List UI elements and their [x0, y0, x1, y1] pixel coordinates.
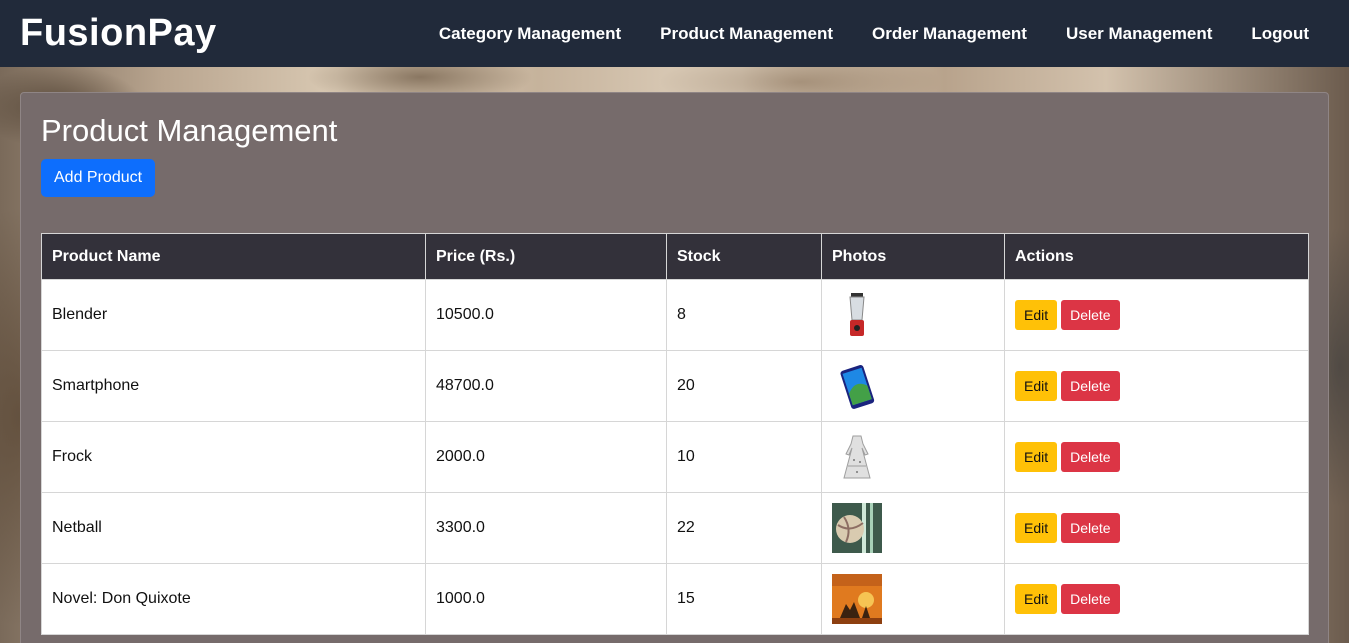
top-navbar: FusionPay Category Management Product Ma… [0, 0, 1349, 67]
product-name-cell: Frock [41, 421, 426, 493]
edit-button[interactable]: Edit [1015, 371, 1058, 401]
page-title: Product Management [41, 113, 338, 148]
nav-category-management[interactable]: Category Management [439, 24, 621, 44]
blender-photo [832, 290, 882, 340]
edit-button[interactable]: Edit [1015, 513, 1058, 543]
nav-user-management[interactable]: User Management [1066, 24, 1212, 44]
header-product-name: Product Name [41, 233, 426, 280]
photo-cell [821, 421, 1005, 493]
photo-cell [821, 279, 1005, 351]
delete-button[interactable]: Delete [1061, 513, 1120, 543]
price-cell: 48700.0 [425, 350, 667, 422]
product-name-cell: Blender [41, 279, 426, 351]
delete-button[interactable]: Delete [1061, 584, 1120, 614]
products-table: Product Name Price (Rs.) Stock Photos Ac… [41, 233, 1309, 635]
brand-logo[interactable]: FusionPay [20, 12, 217, 55]
nav-order-management[interactable]: Order Management [872, 24, 1027, 44]
table-header-row: Product Name Price (Rs.) Stock Photos Ac… [41, 233, 1309, 280]
actions-cell: Edit Delete [1004, 279, 1309, 351]
edit-button[interactable]: Edit [1015, 442, 1058, 472]
product-name-cell: Novel: Don Quixote [41, 563, 426, 635]
frock-photo [832, 432, 882, 482]
nav-product-management[interactable]: Product Management [660, 24, 833, 44]
header-stock: Stock [666, 233, 822, 280]
product-name-cell: Smartphone [41, 350, 426, 422]
netball-photo [832, 503, 882, 553]
product-management-panel: Product Management Add Product Product N… [20, 92, 1329, 643]
photo-cell [821, 492, 1005, 564]
table-row: Blender 10500.0 8 Edit Delete [41, 279, 1309, 351]
table-row: Frock 2000.0 10 Edit Delete [41, 421, 1309, 493]
header-price: Price (Rs.) [425, 233, 667, 280]
delete-button[interactable]: Delete [1061, 300, 1120, 330]
table-row: Smartphone 48700.0 20 Edit Delete [41, 350, 1309, 422]
header-actions: Actions [1004, 233, 1309, 280]
add-product-button[interactable]: Add Product [41, 159, 156, 197]
smartphone-photo [832, 361, 882, 411]
price-cell: 1000.0 [425, 563, 667, 635]
edit-button[interactable]: Edit [1015, 300, 1058, 330]
actions-cell: Edit Delete [1004, 563, 1309, 635]
actions-cell: Edit Delete [1004, 492, 1309, 564]
photo-cell [821, 563, 1005, 635]
nav-links: Category Management Product Management O… [400, 24, 1309, 44]
delete-button[interactable]: Delete [1061, 442, 1120, 472]
price-cell: 2000.0 [425, 421, 667, 493]
stock-cell: 22 [666, 492, 822, 564]
table-row: Novel: Don Quixote 1000.0 15 Edit Delete [41, 563, 1309, 635]
stock-cell: 8 [666, 279, 822, 351]
edit-button[interactable]: Edit [1015, 584, 1058, 614]
table-row: Netball 3300.0 22 Edit Delete [41, 492, 1309, 564]
photo-cell [821, 350, 1005, 422]
header-photos: Photos [821, 233, 1005, 280]
price-cell: 3300.0 [425, 492, 667, 564]
product-name-cell: Netball [41, 492, 426, 564]
stock-cell: 15 [666, 563, 822, 635]
nav-logout[interactable]: Logout [1251, 24, 1309, 44]
stock-cell: 20 [666, 350, 822, 422]
book-cover-photo [832, 574, 882, 624]
delete-button[interactable]: Delete [1061, 371, 1120, 401]
price-cell: 10500.0 [425, 279, 667, 351]
stock-cell: 10 [666, 421, 822, 493]
actions-cell: Edit Delete [1004, 421, 1309, 493]
actions-cell: Edit Delete [1004, 350, 1309, 422]
